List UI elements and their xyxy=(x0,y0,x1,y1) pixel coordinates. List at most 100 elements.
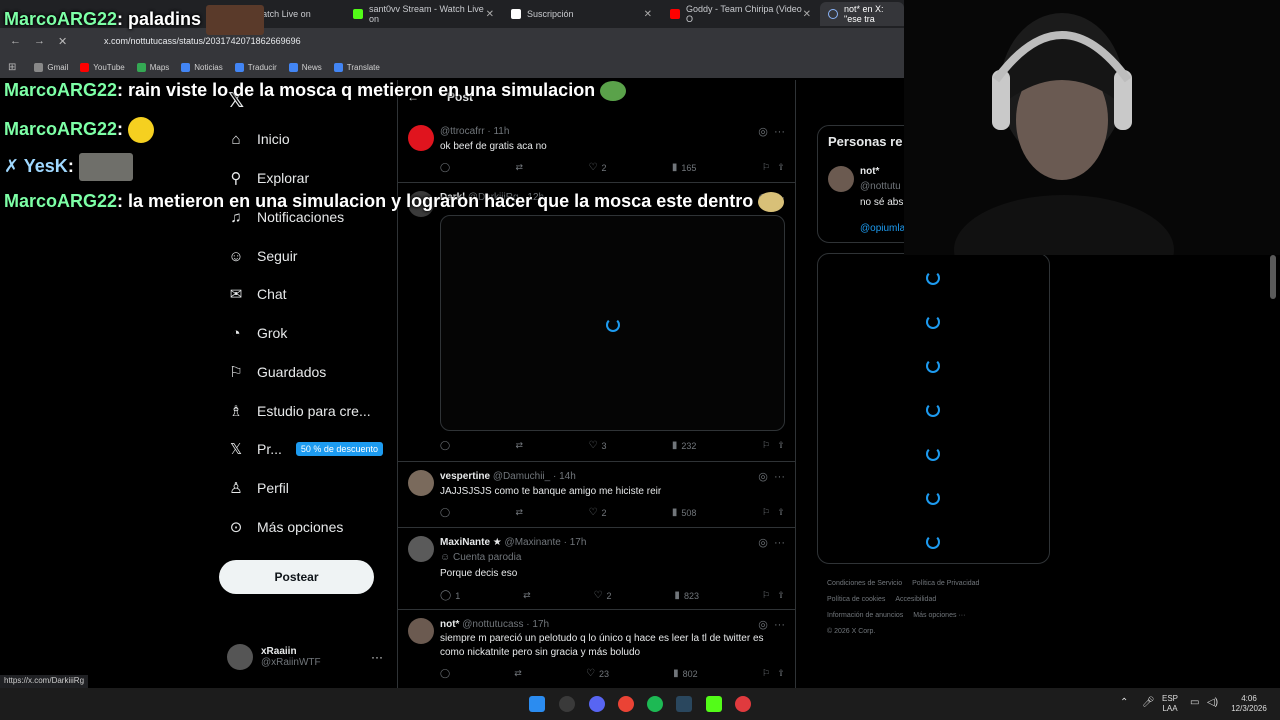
like-button[interactable]: ♡ 2 xyxy=(588,162,606,173)
retweet-icon[interactable]: ⇄ xyxy=(516,162,524,173)
bookmark-noticias[interactable]: Noticias xyxy=(181,62,223,72)
chrome-icon[interactable] xyxy=(618,696,634,712)
tweet-1[interactable]: @ttrocafrr · 11h ◎ ··· ok beef de gratis… xyxy=(398,117,795,183)
microphone-icon[interactable]: 🎤︎ xyxy=(1142,698,1155,708)
bookmark-icon[interactable]: ⚐ ⇪ xyxy=(762,440,785,451)
retweet-icon[interactable]: ⇄ xyxy=(516,507,524,518)
translate-icon xyxy=(333,62,343,72)
tweet-4[interactable]: MaxiNante ★ @Maxinante · 17h ◎ ··· ☺ Cue… xyxy=(398,528,795,610)
views-button[interactable]: ▮ 165 xyxy=(672,162,697,173)
bookmark-icon[interactable]: ⚐ ⇪ xyxy=(762,668,785,679)
suggested-link[interactable]: @opiumla xyxy=(860,223,905,234)
like-button[interactable]: ♡ 2 xyxy=(594,590,612,601)
avatar[interactable] xyxy=(408,125,434,151)
reply-icon[interactable]: ◯ xyxy=(440,507,450,518)
like-button[interactable]: ♡ 23 xyxy=(586,668,609,679)
language-indicator[interactable]: ESP LAA xyxy=(1162,694,1178,714)
more-icon[interactable]: ··· xyxy=(371,650,383,664)
close-tab-icon[interactable]: ✕ xyxy=(803,9,811,20)
tweet-tools[interactable]: ◎ ··· xyxy=(758,470,785,483)
nav-chat[interactable]: ✉ Chat xyxy=(227,285,287,303)
tweet-2[interactable]: Darkl @DarkiiiRg · 12h ◎ ··· ◯ ⇄ ♡3 ▮232… xyxy=(398,183,795,462)
volume-icon[interactable]: ◁) xyxy=(1207,698,1218,708)
nav-perfil[interactable]: ♙ Perfil xyxy=(227,479,289,497)
tweet-media[interactable] xyxy=(440,215,785,431)
retweet-icon[interactable]: ⇄ xyxy=(516,440,524,451)
avatar[interactable] xyxy=(408,536,434,562)
avatar[interactable] xyxy=(408,470,434,496)
nav-estudio[interactable]: ♗ Estudio para cre... xyxy=(227,402,370,420)
scrollbar[interactable] xyxy=(1270,255,1276,299)
nav-grok[interactable]: ◔ Grok xyxy=(227,324,287,342)
views-button[interactable]: ▮ 823 xyxy=(674,590,699,601)
bookmark-news[interactable]: News xyxy=(288,62,322,72)
tweet-tools[interactable]: ◎ ··· xyxy=(758,536,785,549)
apps-icon[interactable]: ⊞ xyxy=(8,62,16,73)
tweet-5[interactable]: not* @nottutucass · 17h ◎ ··· siempre m … xyxy=(398,610,795,688)
tab-5[interactable]: not* en X: "ese tra xyxy=(820,2,904,26)
discord-icon[interactable] xyxy=(589,696,605,712)
retweet-icon[interactable]: ⇄ xyxy=(523,590,531,601)
reply-icon[interactable]: ◯ xyxy=(440,162,450,173)
nav-guardados[interactable]: ⚐ Guardados xyxy=(227,363,326,381)
reply-icon[interactable]: ◯ xyxy=(440,440,450,451)
views-button[interactable]: ▮ 508 xyxy=(672,507,697,518)
post-button[interactable]: Postear xyxy=(219,560,374,594)
windows-start-icon[interactable] xyxy=(529,696,545,712)
reply-button[interactable]: ◯ 1 xyxy=(440,590,460,601)
nav-mas-opciones[interactable]: ⊙ Más opciones xyxy=(227,518,344,536)
steam-icon[interactable] xyxy=(676,696,692,712)
close-tab-icon[interactable]: ✕ xyxy=(486,9,494,20)
close-tab-icon[interactable]: ✕ xyxy=(644,9,652,20)
footer-link[interactable]: Política de cookies xyxy=(827,596,885,603)
tweet-actions: ◯ ⇄ ♡ 2 ▮ 165 ⚐ ⇪ xyxy=(440,162,785,173)
chevron-up-icon[interactable]: ⌃ xyxy=(1120,698,1128,708)
tweet-tools[interactable]: ◎ ··· xyxy=(758,125,785,138)
clock[interactable]: 4:06 12/3/2026 xyxy=(1225,694,1273,714)
retweet-icon[interactable]: ⇄ xyxy=(514,668,522,679)
footer-link[interactable]: Más opciones ··· xyxy=(913,612,965,619)
bookmark-maps[interactable]: Maps xyxy=(136,62,169,72)
account-name: xRaaiin xyxy=(261,646,297,657)
views-button[interactable]: ▮ 232 xyxy=(672,440,697,451)
loading-spinner xyxy=(606,318,620,332)
reply-icon[interactable]: ◯ xyxy=(440,668,450,679)
tweet-tools[interactable]: ◎ ··· xyxy=(758,618,785,631)
nav-premium[interactable]: 𝕏 Pr... 50 % de descuento xyxy=(227,440,383,458)
views-button[interactable]: ▮ 802 xyxy=(673,668,698,679)
footer-link[interactable]: Información de anuncios xyxy=(827,612,903,619)
spotify-icon[interactable] xyxy=(647,696,663,712)
nav-inicio[interactable]: ⌂ Inicio xyxy=(227,130,289,148)
network-icon[interactable]: ▭ xyxy=(1190,698,1199,708)
account-switcher[interactable]: xRaaiin @xRaiinWTF xyxy=(227,644,321,670)
footer-link[interactable]: Política de Privacidad xyxy=(912,580,979,587)
stop-icon[interactable]: ✕ xyxy=(58,35,67,48)
recorder-icon[interactable] xyxy=(735,696,751,712)
bookmark-icon[interactable]: ⚐ ⇪ xyxy=(762,507,785,518)
like-button[interactable]: ♡ 3 xyxy=(588,440,606,451)
footer-link[interactable]: Accesibilidad xyxy=(895,596,936,603)
bookmark-youtube[interactable]: YouTube xyxy=(80,62,125,72)
back-arrow-icon[interactable]: ← xyxy=(10,35,21,47)
tweet-3[interactable]: vespertine @Damuchii_ · 14h ◎ ··· JAJJSJ… xyxy=(398,462,795,528)
tab-4[interactable]: Goddy - Team Chiripa (Video O ✕ xyxy=(662,2,817,26)
kick-icon[interactable] xyxy=(706,696,722,712)
news-icon xyxy=(288,62,298,72)
footer-link[interactable]: Condiciones de Servicio xyxy=(827,580,902,587)
forward-arrow-icon[interactable]: → xyxy=(34,35,45,47)
bookmark-translate[interactable]: Translate xyxy=(333,62,380,72)
tab-3[interactable]: Suscripción ✕ xyxy=(503,2,658,26)
bookmark-gmail[interactable]: Gmail xyxy=(34,62,68,72)
avatar[interactable] xyxy=(408,618,434,644)
avatar[interactable] xyxy=(828,166,854,192)
nav-seguir[interactable]: ☺ Seguir xyxy=(227,247,297,265)
like-button[interactable]: ♡ 2 xyxy=(588,507,606,518)
bookmark-icon[interactable]: ⚐ ⇪ xyxy=(762,162,785,173)
bookmark-traducir[interactable]: Traducir xyxy=(234,62,277,72)
tab-2[interactable]: sant0vv Stream - Watch Live on ✕ xyxy=(345,2,500,26)
url-field[interactable]: x.com/nottutucass/status/203174207186266… xyxy=(104,36,301,46)
suggested-name[interactable]: not* xyxy=(860,166,879,177)
app-icon[interactable] xyxy=(559,696,575,712)
bookmark-icon[interactable]: ⚐ ⇪ xyxy=(762,590,785,601)
nav-explorar[interactable]: ⚲ Explorar xyxy=(227,169,310,187)
